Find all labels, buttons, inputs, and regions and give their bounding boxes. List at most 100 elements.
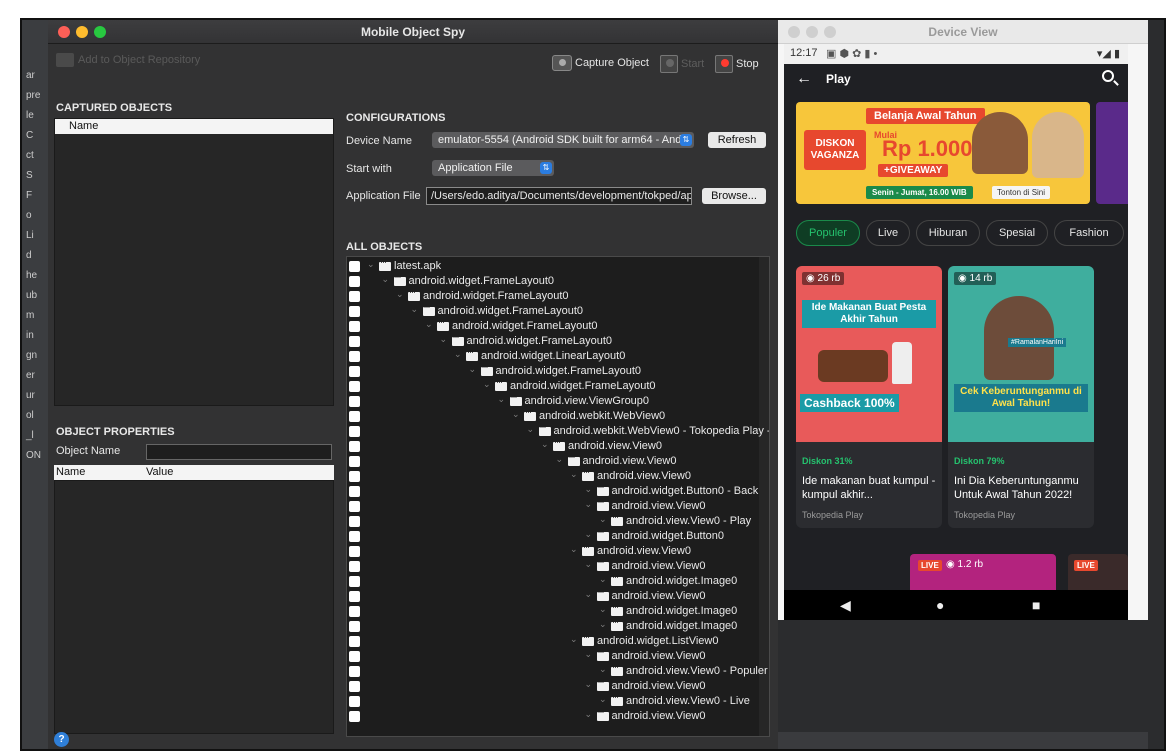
tree-node[interactable]: ⌄ android.webkit.WebView0 — [347, 407, 769, 424]
tree-node[interactable]: ⌄ android.widget.ListView0 — [347, 632, 769, 649]
chevron-down-icon[interactable]: ⌄ — [556, 454, 564, 465]
tree-node[interactable]: ⌄ android.widget.Image0 — [347, 602, 769, 619]
node-checkbox[interactable] — [349, 531, 360, 542]
tree-node[interactable]: ⌄ android.widget.FrameLayout0 — [347, 287, 769, 304]
node-checkbox[interactable] — [349, 441, 360, 452]
video-card[interactable]: Ide Makanan Buat Pesta Akhir Tahun Cashb… — [796, 266, 942, 528]
nav-recents-icon[interactable]: ■ — [1032, 597, 1040, 613]
chevron-down-icon[interactable]: ⌄ — [585, 709, 593, 720]
tree-node[interactable]: ⌄ android.view.View0 — [347, 677, 769, 694]
chevron-down-icon[interactable]: ⌄ — [599, 604, 607, 615]
node-checkbox[interactable] — [349, 456, 360, 467]
node-checkbox[interactable] — [349, 351, 360, 362]
node-checkbox[interactable] — [349, 396, 360, 407]
chip-live[interactable]: Live — [866, 220, 910, 246]
chevron-down-icon[interactable]: ⌄ — [585, 499, 593, 510]
chevron-down-icon[interactable]: ⌄ — [483, 379, 491, 390]
nav-back-icon[interactable]: ◀ — [840, 597, 851, 614]
node-checkbox[interactable] — [349, 636, 360, 647]
chevron-down-icon[interactable]: ⌄ — [570, 634, 578, 645]
phone-screen[interactable]: 12:17 ▣ ⬢ ✿ ▮ • ▾◢ ▮ ← Play Belanja Awal… — [784, 44, 1128, 620]
device-name-select[interactable]: emulator-5554 (Android SDK built for arm… — [432, 132, 694, 148]
tree-node[interactable]: ⌄ android.view.View0 — [347, 497, 769, 514]
next-banner-preview[interactable] — [1096, 102, 1128, 204]
help-icon[interactable]: ? — [54, 732, 69, 747]
tree-node[interactable]: ⌄ android.widget.Image0 — [347, 572, 769, 589]
nav-home-icon[interactable]: ● — [936, 597, 944, 613]
chevron-down-icon[interactable]: ⌄ — [396, 289, 404, 300]
promo-banner[interactable]: Belanja Awal Tahun DISKON VAGANZA Mulai … — [796, 102, 1090, 204]
tree-node[interactable]: ⌄ android.view.View0 — [347, 707, 769, 724]
search-icon[interactable] — [1102, 70, 1114, 82]
chip-spesial[interactable]: Spesial — [986, 220, 1048, 246]
captured-objects-list[interactable]: Name — [54, 118, 334, 406]
chevron-down-icon[interactable]: ⌄ — [382, 274, 390, 285]
node-checkbox[interactable] — [349, 366, 360, 377]
node-checkbox[interactable] — [349, 261, 360, 272]
refresh-button[interactable]: Refresh — [708, 132, 766, 148]
node-checkbox[interactable] — [349, 426, 360, 437]
node-checkbox[interactable] — [349, 681, 360, 692]
node-checkbox[interactable] — [349, 471, 360, 482]
all-objects-tree[interactable]: ⌄latest.apk⌄android.widget.FrameLayout0⌄… — [346, 256, 770, 737]
node-checkbox[interactable] — [349, 486, 360, 497]
tree-node[interactable]: ⌄ android.widget.Image0 — [347, 617, 769, 634]
node-checkbox[interactable] — [349, 606, 360, 617]
chevron-down-icon[interactable]: ⌄ — [599, 694, 607, 705]
tree-node[interactable]: ⌄ android.widget.Button0 - Back — [347, 482, 769, 499]
node-checkbox[interactable] — [349, 711, 360, 722]
tree-node[interactable]: ⌄ android.widget.FrameLayout0 — [347, 332, 769, 349]
node-checkbox[interactable] — [349, 501, 360, 512]
chevron-down-icon[interactable]: ⌄ — [599, 514, 607, 525]
chevron-down-icon[interactable]: ⌄ — [585, 559, 593, 570]
chevron-down-icon[interactable]: ⌄ — [599, 619, 607, 630]
node-checkbox[interactable] — [349, 591, 360, 602]
object-name-field[interactable] — [146, 444, 332, 460]
node-checkbox[interactable] — [349, 696, 360, 707]
tree-node[interactable]: ⌄ android.view.ViewGroup0 — [347, 392, 769, 409]
chip-fashion[interactable]: Fashion — [1054, 220, 1124, 246]
tree-node[interactable]: ⌄ android.view.View0 — [347, 467, 769, 484]
properties-table-body[interactable] — [54, 480, 334, 734]
chip-hiburan[interactable]: Hiburan — [916, 220, 980, 246]
chip-populer[interactable]: Populer — [796, 220, 860, 246]
chevron-down-icon[interactable]: ⌄ — [599, 664, 607, 675]
tree-node[interactable]: ⌄ android.view.View0 — [347, 542, 769, 559]
chevron-down-icon[interactable]: ⌄ — [570, 544, 578, 555]
back-arrow-icon[interactable]: ← — [796, 70, 812, 88]
chevron-down-icon[interactable]: ⌄ — [585, 589, 593, 600]
tree-node[interactable]: ⌄ android.widget.FrameLayout0 — [347, 362, 769, 379]
chevron-down-icon[interactable]: ⌄ — [411, 304, 419, 315]
tree-node[interactable]: ⌄ android.widget.FrameLayout0 — [347, 317, 769, 334]
video-card[interactable]: #RamalanHariIni Cek Keberuntunganmu di A… — [948, 266, 1094, 528]
node-checkbox[interactable] — [349, 411, 360, 422]
node-checkbox[interactable] — [349, 576, 360, 587]
captured-name-column-header[interactable]: Name — [55, 119, 333, 134]
start-with-select[interactable]: Application File ⇅ — [432, 160, 554, 176]
tree-node[interactable]: ⌄ android.view.View0 — [347, 647, 769, 664]
tree-node[interactable]: ⌄ android.view.View0 — [347, 452, 769, 469]
node-checkbox[interactable] — [349, 621, 360, 632]
tree-node[interactable]: ⌄ latest.apk — [347, 257, 769, 274]
node-checkbox[interactable] — [349, 546, 360, 557]
chevron-down-icon[interactable]: ⌄ — [367, 259, 375, 270]
chevron-down-icon[interactable]: ⌄ — [585, 679, 593, 690]
tree-node[interactable]: ⌄ android.widget.FrameLayout0 — [347, 302, 769, 319]
chevron-down-icon[interactable]: ⌄ — [512, 409, 520, 420]
capture-object-button[interactable]: Capture Object — [552, 55, 649, 71]
stop-button[interactable]: Stop — [715, 55, 759, 73]
chevron-down-icon[interactable]: ⌄ — [585, 649, 593, 660]
chevron-down-icon[interactable]: ⌄ — [585, 484, 593, 495]
node-checkbox[interactable] — [349, 291, 360, 302]
chevron-down-icon[interactable]: ⌄ — [425, 319, 433, 330]
node-checkbox[interactable] — [349, 561, 360, 572]
chevron-down-icon[interactable]: ⌄ — [454, 349, 462, 360]
tree-node[interactable]: ⌄ android.view.View0 - Play — [347, 512, 769, 529]
tree-node[interactable]: ⌄ android.widget.LinearLayout0 — [347, 347, 769, 364]
chevron-down-icon[interactable]: ⌄ — [541, 439, 549, 450]
start-button[interactable]: Start — [660, 55, 704, 73]
properties-value-column[interactable]: Value — [146, 466, 173, 478]
node-checkbox[interactable] — [349, 666, 360, 677]
node-checkbox[interactable] — [349, 651, 360, 662]
tree-node[interactable]: ⌄ android.view.View0 — [347, 587, 769, 604]
